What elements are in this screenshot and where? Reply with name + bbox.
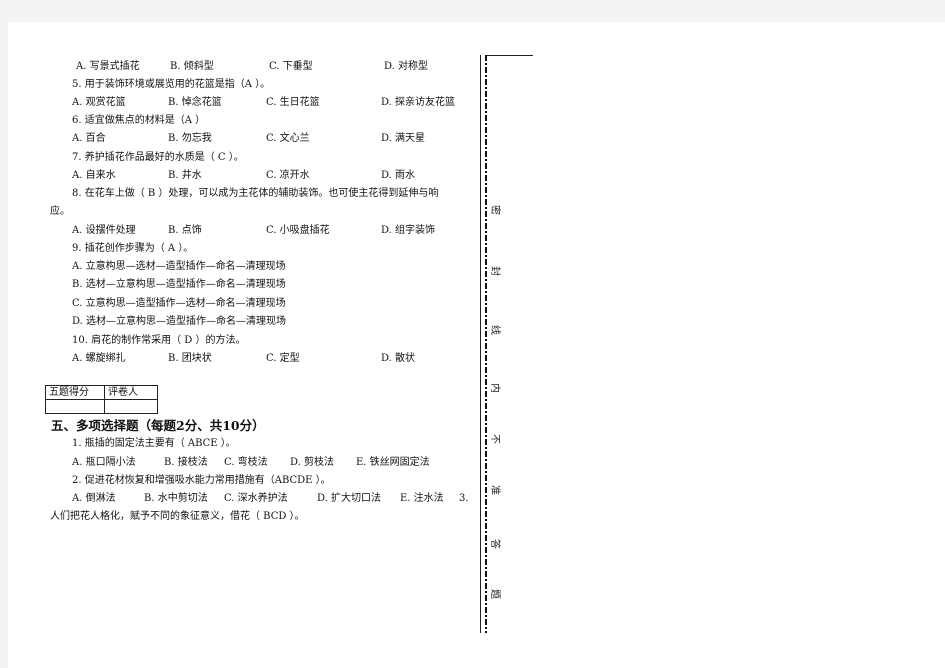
seal-char: 密 bbox=[489, 205, 500, 215]
seal-char: 题 bbox=[489, 589, 500, 599]
option-a: A. 自来水 bbox=[72, 170, 116, 181]
option-c: C. 定型 bbox=[266, 353, 300, 364]
question-stem: 9. 插花创作步骤为（ A ）。 bbox=[72, 243, 194, 254]
option-b: B. 井水 bbox=[168, 170, 202, 181]
option-c: C. 弯枝法 bbox=[224, 457, 268, 468]
option-d: D. 散状 bbox=[381, 353, 416, 364]
question-stem: 5. 用于装饰环境或展览用的花篮是指（A ）。 bbox=[72, 79, 271, 90]
option-a: A. 螺旋绑扎 bbox=[72, 353, 126, 364]
option-b: B. 勿忘我 bbox=[168, 133, 212, 144]
question-stem: 6. 适宜做焦点的材料是（A ） bbox=[72, 115, 206, 126]
option-c: C. 凉开水 bbox=[266, 170, 310, 181]
option-a: A. 设摆件处理 bbox=[72, 225, 136, 236]
score-header: 五题得分 bbox=[45, 385, 105, 400]
seal-char: 封 bbox=[489, 266, 500, 276]
score-table: 五题得分 评卷人 bbox=[45, 385, 158, 414]
option-c: C. 深水养护法 bbox=[224, 493, 288, 504]
option-d: D. 探亲访友花篮 bbox=[381, 97, 456, 108]
seal-line-dashed bbox=[485, 55, 487, 633]
option-c: C. 文心兰 bbox=[266, 133, 310, 144]
question-stem: 2. 促进花材恢复和增强吸水能力常用措施有（ABCDE ）。 bbox=[72, 475, 331, 486]
option-c: C. 下垂型 bbox=[269, 61, 313, 72]
option-b: B. 水中剪切法 bbox=[144, 493, 208, 504]
seal-char: 不 bbox=[489, 434, 500, 444]
question-stem: 7. 养护插花作品最好的水质是（ C ）。 bbox=[72, 152, 244, 163]
option-b: B. 倾斜型 bbox=[170, 61, 214, 72]
option-b: B. 点饰 bbox=[168, 225, 202, 236]
option-d: D. 剪枝法 bbox=[290, 457, 335, 468]
exam-page: A. 写景式插花 B. 倾斜型 C. 下垂型 D. 对称型 5. 用于装饰环境或… bbox=[8, 22, 945, 668]
question-3-number: 3. bbox=[459, 493, 469, 504]
seal-char: 内 bbox=[489, 383, 500, 393]
seal-line-solid bbox=[480, 55, 481, 633]
option-d: D. 雨水 bbox=[381, 170, 416, 181]
question-stem-continued: 应。 bbox=[50, 206, 70, 217]
option-a: A. 百合 bbox=[72, 133, 106, 144]
grader-header: 评卷人 bbox=[104, 385, 158, 400]
option-a: A. 瓶口隔小法 bbox=[72, 457, 136, 468]
option-d: D. 选材—立意构思—造型插作—命名—清理现场 bbox=[72, 316, 287, 327]
option-b: B. 选材—立意构思—造型插作—命名—清理现场 bbox=[72, 279, 286, 290]
option-a: A. 写景式插花 bbox=[76, 61, 140, 72]
option-d: D. 对称型 bbox=[384, 61, 429, 72]
grader-cell[interactable] bbox=[104, 399, 158, 414]
option-a: A. 观赏花篮 bbox=[72, 97, 126, 108]
seal-char: 准 bbox=[489, 485, 500, 495]
option-b: B. 悼念花篮 bbox=[168, 97, 222, 108]
option-b: B. 接枝法 bbox=[164, 457, 208, 468]
option-e: E. 注水法 bbox=[400, 493, 444, 504]
option-c: C. 小吸盘插花 bbox=[266, 225, 330, 236]
option-c: C. 生日花篮 bbox=[266, 97, 320, 108]
question-stem: 人们把花人格化，赋予不同的象征意义，借花（ BCD ）。 bbox=[50, 511, 305, 522]
question-stem: 8. 在花车上做（ B ）处理，可以成为主花体的辅助装饰。也可使主花得到延伸与响 bbox=[72, 188, 439, 199]
score-cell[interactable] bbox=[45, 399, 105, 414]
section-5-title: 五、多项选择题（每题2分、共10分） bbox=[51, 418, 265, 433]
option-d: D. 扩大切口法 bbox=[317, 493, 382, 504]
option-a: A. 立意构思—选材—造型插作—命名—清理现场 bbox=[72, 261, 286, 272]
option-e: E. 铁丝网固定法 bbox=[356, 457, 430, 468]
seal-char: 线 bbox=[489, 325, 500, 335]
seal-char: 答 bbox=[489, 539, 500, 549]
option-d: D. 组字装饰 bbox=[381, 225, 436, 236]
question-stem: 1. 瓶插的固定法主要有（ ABCE ）。 bbox=[72, 438, 236, 449]
seal-line-top bbox=[486, 55, 533, 56]
question-stem: 10. 肩花的制作常采用（ D ）的方法。 bbox=[72, 335, 246, 346]
option-d: D. 满天星 bbox=[381, 133, 426, 144]
option-b: B. 团块状 bbox=[168, 353, 212, 364]
option-c: C. 立意构思—造型插作—选材—命名—清理现场 bbox=[72, 298, 286, 309]
option-a: A. 倒淋法 bbox=[72, 493, 116, 504]
